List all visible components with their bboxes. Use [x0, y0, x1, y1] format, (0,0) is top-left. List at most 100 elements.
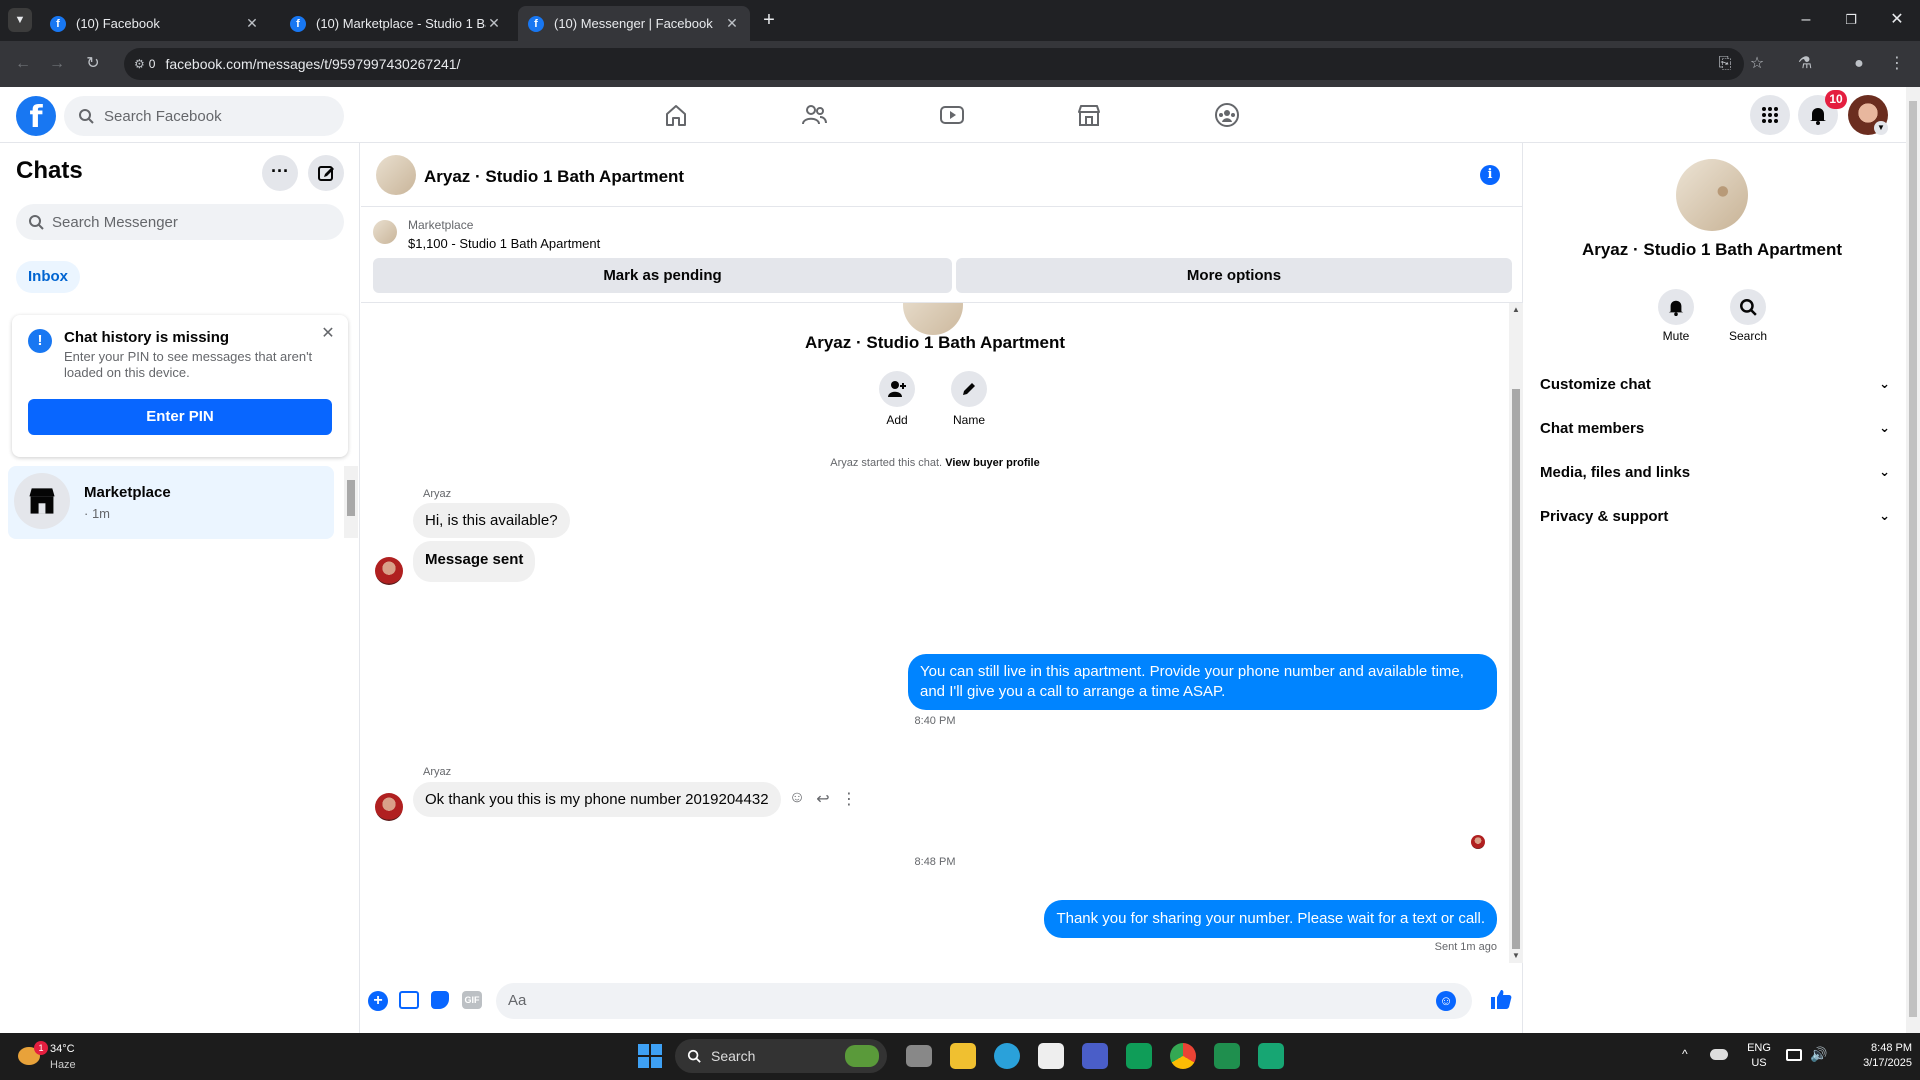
groups-icon[interactable] — [1213, 101, 1241, 129]
browser-tab-facebook[interactable]: f (10) Facebook ✕ — [40, 6, 270, 41]
install-app-icon[interactable]: ⎘ — [1714, 53, 1736, 75]
enter-pin-button[interactable]: Enter PIN — [28, 399, 332, 435]
account-chevron-icon[interactable]: ▼ — [1874, 121, 1888, 135]
close-tab-icon[interactable]: ✕ — [724, 15, 740, 32]
microsoft-store-icon[interactable] — [1038, 1043, 1064, 1069]
view-buyer-profile-link[interactable]: View buyer profile — [945, 457, 1040, 469]
incoming-message[interactable]: Hi, is this available? — [413, 503, 570, 538]
page-scrollbar[interactable] — [1906, 87, 1920, 1033]
gif-icon[interactable]: GIF — [462, 991, 482, 1009]
scroll-down-icon[interactable]: ▼ — [1509, 949, 1523, 963]
outgoing-message[interactable]: You can still live in this apartment. Pr… — [908, 654, 1497, 710]
scroll-up-icon[interactable]: ▲ — [1509, 303, 1523, 317]
new-message-button[interactable] — [308, 155, 344, 191]
network-icon[interactable] — [1786, 1049, 1802, 1061]
chat-list-scrollbar[interactable] — [344, 466, 358, 538]
outgoing-message[interactable]: Thank you for sharing your number. Pleas… — [1044, 900, 1497, 938]
sender-avatar[interactable] — [375, 793, 403, 821]
add-person-button[interactable] — [879, 371, 915, 407]
profile-icon[interactable]: ● — [1848, 53, 1870, 75]
reply-icon[interactable]: ↩ — [813, 789, 833, 809]
restore-icon[interactable]: ❐ — [1841, 8, 1861, 32]
language-indicator[interactable]: ENG US — [1742, 1041, 1776, 1071]
chrome-icon[interactable] — [1170, 1043, 1196, 1069]
customize-chat-section[interactable]: Customize chat ⌄ — [1540, 364, 1890, 404]
tray-overflow-chevron-icon[interactable]: ^ — [1682, 1047, 1688, 1061]
weather-widget[interactable]: 1 34°C Haze — [14, 1039, 94, 1075]
inbox-filter-chip[interactable]: Inbox — [16, 261, 80, 293]
thumbs-up-like-icon[interactable] — [1489, 987, 1513, 1011]
telegram-icon[interactable] — [994, 1043, 1020, 1069]
browser-tab-messenger[interactable]: f (10) Messenger | Facebook ✕ — [518, 6, 750, 41]
more-actions-plus-icon[interactable]: + — [368, 991, 388, 1011]
facebook-favicon-icon: f — [50, 15, 66, 32]
desktop-app-icon[interactable] — [1082, 1043, 1108, 1069]
search-conversation-button[interactable] — [1730, 289, 1766, 325]
menu-grid-button[interactable] — [1750, 95, 1790, 135]
site-settings-icon[interactable]: ⚙ — [134, 57, 145, 71]
task-app-2-icon[interactable] — [1258, 1043, 1284, 1069]
chats-options-button[interactable]: ··· — [262, 155, 298, 191]
listing-title[interactable]: $1,100 - Studio 1 Bath Apartment — [408, 236, 600, 251]
new-tab-icon[interactable]: + — [758, 8, 780, 32]
back-icon[interactable]: ← — [12, 53, 34, 75]
file-explorer-icon[interactable] — [950, 1043, 976, 1069]
incoming-message[interactable]: Ok thank you this is my phone number 201… — [413, 782, 781, 817]
message-input[interactable]: Aa ☺ — [496, 983, 1472, 1019]
more-vertical-icon[interactable]: ⋮ — [839, 789, 859, 809]
friends-icon[interactable] — [800, 101, 828, 129]
conversation-info-icon[interactable]: i — [1480, 165, 1500, 185]
mark-as-pending-button[interactable]: Mark as pending — [373, 258, 952, 293]
incoming-message[interactable]: Message sent — [413, 541, 536, 582]
forward-icon[interactable]: → — [46, 53, 68, 75]
windows-taskbar: 1 34°C Haze Search ^ ENG US 🔊 8:48 PM 3/… — [0, 1033, 1920, 1080]
scrollbar-thumb[interactable] — [1909, 101, 1917, 1017]
tab-search-button[interactable]: ▼ — [8, 8, 32, 32]
volume-icon[interactable]: 🔊 — [1810, 1046, 1827, 1063]
task-view-icon[interactable] — [906, 1045, 932, 1067]
scrollbar-thumb[interactable] — [1512, 389, 1520, 949]
message-scrollbar[interactable]: ▲ ▼ — [1509, 303, 1523, 963]
mute-button[interactable] — [1658, 289, 1694, 325]
marketplace-icon[interactable] — [1075, 101, 1103, 129]
edit-name-button[interactable] — [951, 371, 987, 407]
conversation-pane: Aryaz · Studio 1 Bath Apartment i Market… — [361, 143, 1523, 1033]
conversation-avatar[interactable] — [376, 155, 416, 195]
media-files-links-section[interactable]: Media, files and links ⌄ — [1540, 452, 1890, 492]
react-emoji-icon[interactable]: ☺ — [787, 789, 807, 809]
close-icon[interactable]: ✕ — [318, 323, 338, 343]
media-app-icon[interactable] — [1126, 1043, 1152, 1069]
chat-members-section[interactable]: Chat members ⌄ — [1540, 408, 1890, 448]
info-avatar[interactable] — [1676, 159, 1748, 231]
reload-icon[interactable]: ↻ — [82, 53, 104, 75]
task-app-1-icon[interactable] — [1214, 1043, 1240, 1069]
chat-list-item-marketplace[interactable]: Marketplace · 1m — [8, 466, 334, 539]
emoji-picker-icon[interactable]: ☺ — [1436, 991, 1456, 1011]
privacy-support-section[interactable]: Privacy & support ⌄ — [1540, 496, 1890, 536]
address-bar[interactable]: ⚙ 0 facebook.com/messages/t/959799743026… — [124, 48, 1744, 80]
attach-photo-icon[interactable] — [399, 991, 419, 1009]
taskbar-search-box[interactable]: Search — [675, 1039, 887, 1073]
start-windows-icon[interactable] — [638, 1044, 662, 1068]
facebook-logo-icon[interactable]: f — [16, 96, 56, 136]
watch-video-icon[interactable] — [938, 101, 966, 129]
browser-tab-marketplace[interactable]: f (10) Marketplace - Studio 1 Bath ✕ — [280, 6, 512, 41]
home-icon[interactable] — [662, 101, 690, 129]
sticker-icon[interactable] — [431, 991, 449, 1009]
onedrive-cloud-icon[interactable] — [1710, 1049, 1728, 1060]
close-tab-icon[interactable]: ✕ — [486, 15, 502, 32]
bookmark-star-icon[interactable]: ☆ — [1746, 53, 1768, 75]
close-tab-icon[interactable]: ✕ — [244, 15, 260, 32]
facebook-search-input[interactable]: Search Facebook — [64, 96, 344, 136]
listing-thumbnail[interactable] — [373, 220, 397, 244]
browser-menu-icon[interactable]: ⋮ — [1886, 53, 1908, 75]
scrollbar-thumb[interactable] — [347, 480, 355, 516]
conversation-title[interactable]: Aryaz · Studio 1 Bath Apartment — [424, 167, 684, 187]
sender-avatar[interactable] — [375, 557, 403, 585]
minimize-icon[interactable]: – — [1796, 8, 1816, 32]
close-window-icon[interactable]: ✕ — [1887, 8, 1907, 32]
clock[interactable]: 8:48 PM 3/17/2025 — [1836, 1041, 1912, 1071]
messenger-search-input[interactable]: Search Messenger — [16, 204, 344, 240]
labs-flask-icon[interactable]: ⚗ — [1794, 53, 1816, 75]
more-options-button[interactable]: More options — [956, 258, 1512, 293]
